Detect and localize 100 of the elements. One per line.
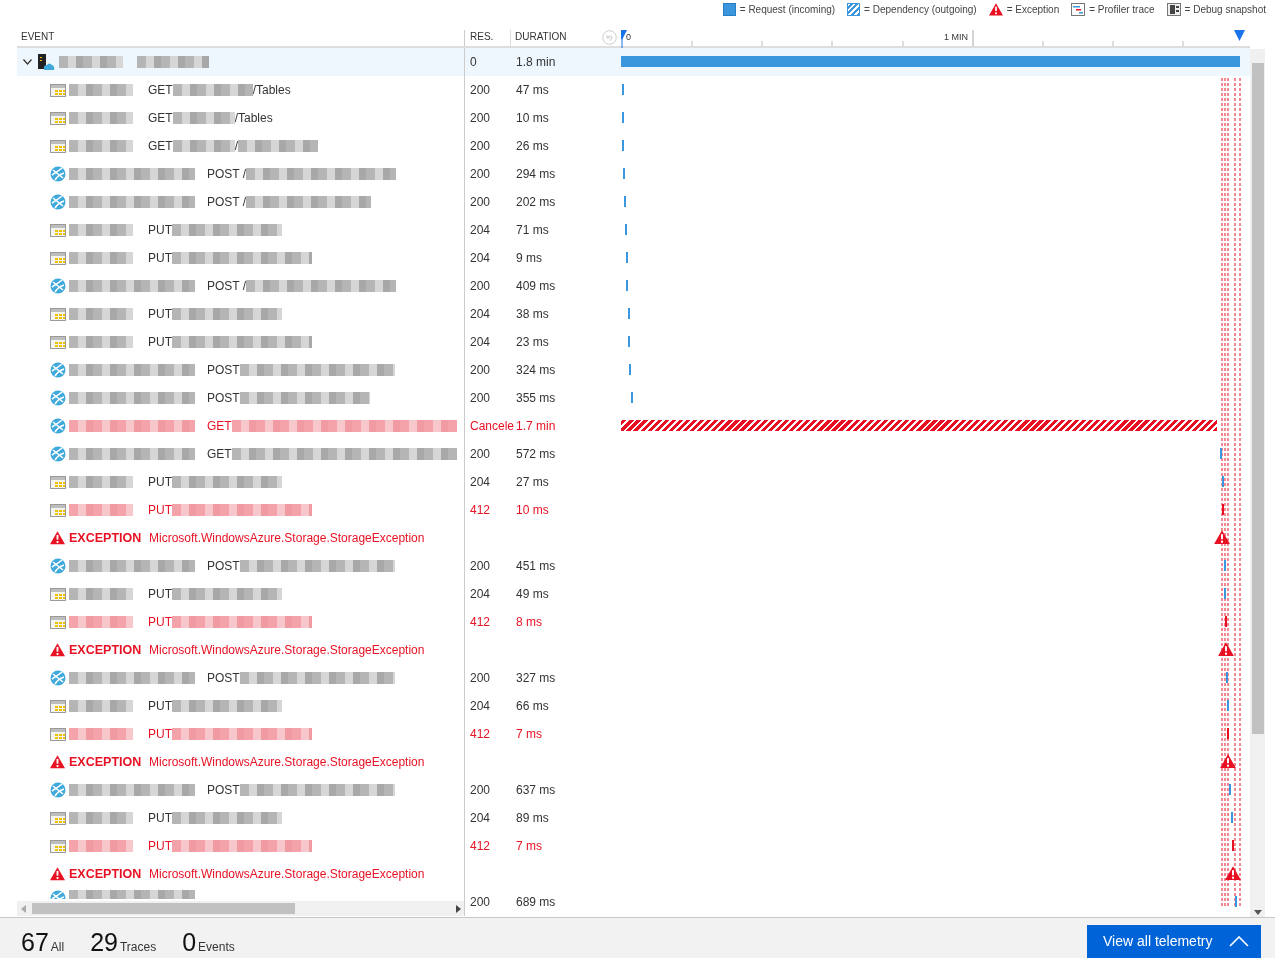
scrollbar-thumb[interactable] — [1251, 63, 1264, 734]
table-icon — [50, 839, 66, 853]
legend-label: = Exception — [1006, 3, 1060, 17]
exception-marker-icon — [1214, 530, 1230, 545]
duration-text: 23 ms — [516, 334, 549, 351]
event-row[interactable]: GET / 200 26 ms — [17, 132, 1250, 160]
server-cloud-icon — [37, 53, 55, 71]
table-icon — [50, 111, 66, 125]
redacted-text — [69, 140, 133, 152]
http-method: PUT — [148, 250, 172, 267]
vertical-scrollbar[interactable] — [1250, 49, 1265, 917]
view-all-telemetry-button[interactable]: View all telemetry — [1087, 925, 1261, 958]
event-row[interactable]: PUT 412 10 ms — [17, 496, 1250, 524]
legend-label: = Debug snapshot — [1184, 3, 1266, 17]
event-row[interactable]: PUT 204 38 ms — [17, 300, 1250, 328]
result-code: 204 — [470, 250, 491, 267]
event-row[interactable]: PUT 204 9 ms — [17, 244, 1250, 272]
globe-icon — [50, 782, 66, 798]
event-row[interactable]: PUT 204 89 ms — [17, 804, 1250, 832]
scroll-right-icon[interactable] — [456, 904, 461, 913]
legend-label: = Request (incoming) — [739, 3, 836, 17]
http-method: PUT — [148, 586, 172, 603]
event-row[interactable]: GET Cancele 1.7 min — [17, 412, 1250, 440]
result-code: 200 — [470, 670, 491, 687]
table-icon — [50, 139, 66, 153]
chevron-icon — [22, 59, 32, 65]
exception-label: EXCEPTION — [69, 641, 143, 659]
globe-icon — [50, 390, 66, 406]
event-row[interactable]: POST 200 355 ms — [17, 384, 1250, 412]
event-row[interactable]: POST 200 451 ms — [17, 552, 1250, 580]
column-header: EVENT — [21, 30, 55, 44]
http-method: POST — [207, 390, 240, 407]
chevron-up-icon — [1229, 936, 1249, 947]
http-method: PUT — [148, 306, 172, 323]
scrollbar-thumb[interactable] — [32, 903, 295, 914]
scroll-left-icon[interactable] — [21, 904, 26, 913]
event-row[interactable]: PUT 204 23 ms — [17, 328, 1250, 356]
table-icon — [50, 335, 66, 349]
duration-text: 1.8 min — [516, 54, 556, 71]
table-icon — [50, 223, 66, 237]
collapse-toggle[interactable] — [21, 56, 33, 68]
count-label: All — [50, 939, 65, 956]
event-row[interactable]: POST 200 327 ms — [17, 664, 1250, 692]
event-row[interactable]: PUT 412 8 ms — [17, 608, 1250, 636]
result-code: 200 — [470, 194, 491, 211]
exception-marker-icon — [1225, 866, 1241, 881]
redacted-text — [69, 308, 133, 320]
event-row[interactable]: PUT 204 49 ms — [17, 580, 1250, 608]
globe-icon — [50, 446, 66, 462]
redacted-text — [137, 56, 209, 68]
redacted-text — [69, 476, 133, 488]
event-row[interactable]: EXCEPTION Microsoft.WindowsAzure.Storage.StorageException — [17, 636, 1250, 664]
event-row[interactable]: POST / 200 409 ms — [17, 272, 1250, 300]
duration-text: 324 ms — [516, 362, 556, 379]
duration-text: 572 ms — [516, 446, 556, 463]
event-row[interactable]: EXCEPTION Microsoft.WindowsAzure.Storage.StorageException — [17, 748, 1250, 776]
event-row[interactable]: POST / 200 202 ms — [17, 188, 1250, 216]
result-code: 200 — [470, 558, 491, 575]
duration-text: 26 ms — [516, 138, 549, 155]
http-method: POST — [207, 782, 240, 799]
count-value: 0 — [182, 927, 197, 957]
snapshot-icon — [1166, 3, 1181, 16]
redacted-text — [69, 224, 133, 236]
horizontal-scrollbar[interactable] — [17, 901, 464, 916]
redacted-text — [172, 112, 235, 124]
table-icon — [50, 475, 66, 489]
http-method: PUT — [148, 334, 172, 351]
redacted-text — [69, 84, 133, 96]
exception-message: Microsoft.WindowsAzure.Storage.StorageException — [149, 530, 425, 547]
http-method: POST — [207, 558, 240, 575]
result-code: 200 — [470, 166, 491, 183]
redacted-text — [69, 112, 133, 124]
event-row[interactable]: PUT 204 27 ms — [17, 468, 1250, 496]
table-icon — [50, 251, 66, 265]
event-row[interactable]: PUT 412 7 ms — [17, 720, 1250, 748]
event-row[interactable]: 0 1.8 min — [17, 48, 1250, 76]
event-row[interactable]: PUT 204 71 ms — [17, 216, 1250, 244]
result-code: 204 — [470, 222, 491, 239]
event-row[interactable]: GET /Tables 200 47 ms — [17, 76, 1250, 104]
event-row[interactable]: PUT 412 7 ms — [17, 832, 1250, 860]
table-icon — [50, 83, 66, 97]
event-row[interactable]: EXCEPTION Microsoft.WindowsAzure.Storage.StorageException — [17, 524, 1250, 552]
result-code: 200 — [470, 390, 491, 407]
event-row[interactable]: EXCEPTION Microsoft.WindowsAzure.Storage.StorageException — [17, 860, 1250, 888]
event-row[interactable]: POST 200 637 ms — [17, 776, 1250, 804]
event-row[interactable]: GET 200 572 ms — [17, 440, 1250, 468]
globe-icon — [50, 278, 66, 294]
event-row[interactable]: GET /Tables 200 10 ms — [17, 104, 1250, 132]
scroll-down-icon[interactable] — [1253, 910, 1262, 915]
result-code: 412 — [470, 614, 491, 631]
duration-text: 89 ms — [516, 810, 549, 827]
reset-zoom-icon[interactable] — [602, 30, 617, 45]
event-row[interactable]: PUT 204 66 ms — [17, 692, 1250, 720]
event-row[interactable]: POST 200 324 ms — [17, 356, 1250, 384]
request-path: /Tables — [252, 82, 291, 99]
duration-text: 47 ms — [516, 82, 549, 99]
result-code: 204 — [470, 698, 491, 715]
event-row[interactable]: POST / 200 294 ms — [17, 160, 1250, 188]
redacted-text — [69, 728, 133, 740]
event-row[interactable]: 200 689 ms — [17, 888, 1250, 916]
